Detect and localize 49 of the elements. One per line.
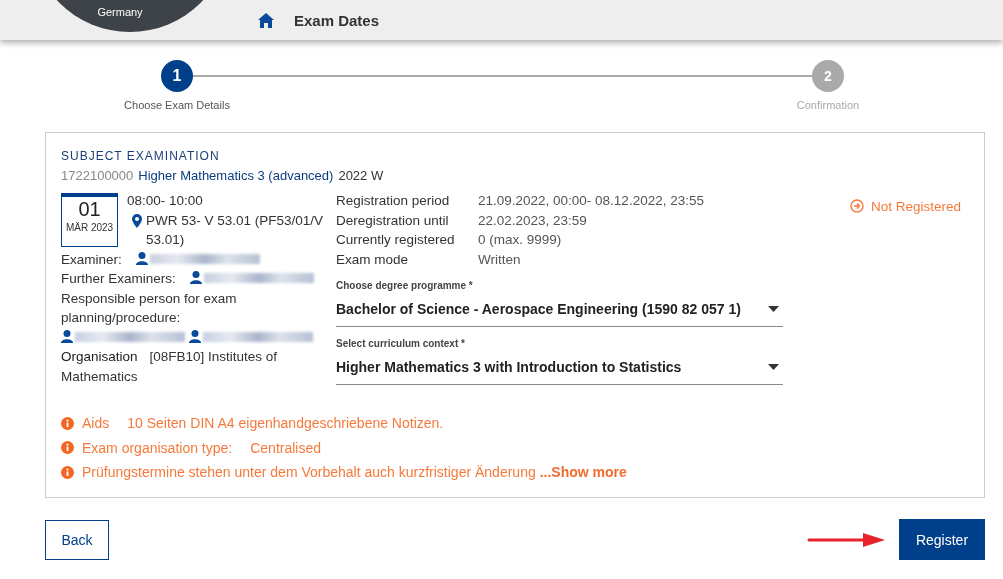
organisation-text: Organisation [08FB10] Institutes of Mathematics — [61, 348, 279, 386]
detail-value: 0 (max. 9999) — [478, 231, 563, 249]
arrow-circle-icon — [849, 199, 864, 213]
select-label: Choose degree programme * — [336, 280, 474, 291]
time-text: 08:00- 10:00 — [127, 192, 204, 210]
exam-title[interactable]: Higher Mathematics 3 (advanced) — [138, 168, 334, 183]
detail-value: 22.02.2023, 23:59 — [478, 211, 588, 230]
detail-label: Registration period — [336, 192, 451, 210]
detail-label: Deregistration until — [336, 211, 450, 230]
note-label: Exam organisation type: — [82, 439, 233, 456]
person-label: Examiner: — [61, 250, 122, 269]
note-label: Aids — [82, 415, 110, 432]
room-text: PWR 53- V 53.01 (PF53/01/V 53.01) — [146, 211, 325, 249]
note-text: Centralised — [250, 439, 322, 456]
caret-icon — [768, 364, 779, 370]
step-circle[interactable]: 1 — [161, 60, 193, 92]
person-icon — [61, 329, 73, 343]
person-icon — [135, 251, 148, 265]
register-button[interactable]: Register — [899, 519, 985, 560]
status-text: Not Registered — [870, 198, 961, 214]
detail-value: 21.09.2022, 00:00- 08.12.2022, 23:55 — [478, 192, 705, 210]
dropdown-field[interactable]: Higher Mathematics 3 with Introduction to Statistics — [336, 350, 783, 385]
step-label: Choose Exam Details — [124, 99, 230, 111]
caret-icon — [768, 306, 779, 312]
person-label: Responsible person for exam planning/procedure: — [61, 289, 238, 327]
detail-value: Written — [478, 250, 522, 269]
location-pin-icon — [132, 213, 142, 228]
select-label: Select curriculum context * — [336, 338, 466, 349]
info-icon — [61, 441, 74, 455]
semester-label: 2022 W — [338, 168, 384, 183]
date-month: MÄR 2023 — [65, 221, 114, 235]
step-label: Confirmation — [796, 99, 860, 111]
person-icon — [189, 329, 201, 343]
note-text: 10 Seiten DIN A4 eigenhandgeschriebene Notizen. — [127, 415, 444, 432]
dropdown-field[interactable]: Bachelor of Science - Aerospace Engineering (1590 82 057 1) — [336, 292, 783, 327]
page-title: Exam Dates — [294, 11, 380, 29]
home-icon — [258, 12, 274, 28]
person-icon — [189, 271, 202, 284]
info-icon — [61, 465, 74, 479]
exam-code: 1722100000 — [61, 168, 134, 183]
category-label: SUBJECT EXAMINATION — [61, 149, 221, 163]
person-label: Further Examiners: — [61, 270, 176, 288]
location-label: Germany — [97, 6, 143, 18]
info-icon — [61, 416, 74, 430]
detail-label: Currently registered — [336, 231, 456, 249]
date-day: 01 — [78, 197, 101, 221]
note-text: Prüfungstermine stehen unter dem Vorbehalt auch kurzfristiger Änderung — [82, 464, 536, 481]
detail-label: Exam mode — [336, 250, 410, 269]
back-button[interactable]: Back — [45, 519, 109, 560]
